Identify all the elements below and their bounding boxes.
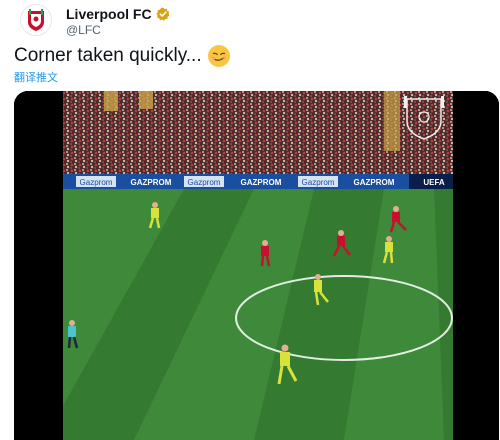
name-row: Liverpool FC [66, 6, 170, 22]
tweet-text-content: Corner taken quickly... [14, 45, 202, 66]
ad-board-text: Gazprom [80, 178, 113, 187]
ad-board-text: GAZPROM [241, 178, 282, 187]
tweet-header: Liverpool FC @LFC [20, 4, 490, 40]
ad-boards: Gazprom GAZPROM Gazprom GAZPROM Gazprom … [63, 174, 453, 189]
tweet-text: Corner taken quickly... [14, 45, 230, 67]
video-player[interactable]: Gazprom GAZPROM Gazprom GAZPROM Gazprom … [14, 91, 499, 440]
ad-board-text: GAZPROM [354, 178, 395, 187]
lfc-crest-icon [28, 9, 44, 31]
translate-link[interactable]: 翻译推文 [14, 69, 58, 85]
verified-badge-icon [155, 7, 169, 21]
smirking-face-icon [207, 45, 230, 67]
account-handle[interactable]: @LFC [66, 23, 101, 37]
video-frame: Gazprom GAZPROM Gazprom GAZPROM Gazprom … [14, 91, 499, 440]
avatar[interactable] [20, 4, 52, 36]
ad-board-text: GAZPROM [131, 178, 172, 187]
ad-board-text: Gazprom [188, 178, 221, 187]
ad-board-text: Gazprom [302, 178, 335, 187]
display-name[interactable]: Liverpool FC [66, 6, 152, 22]
ad-board-text: UEFA [423, 178, 445, 187]
